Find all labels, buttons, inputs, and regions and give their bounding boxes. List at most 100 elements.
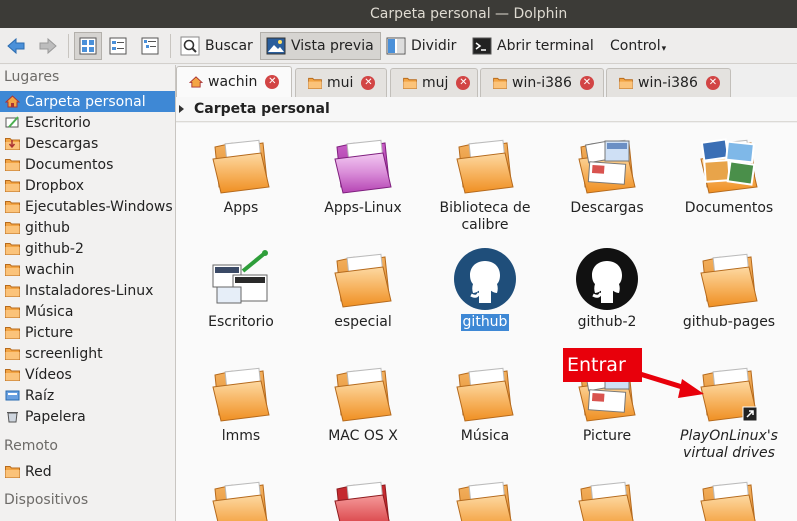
folder-preview-icon — [575, 133, 639, 197]
split-button[interactable]: Dividir — [386, 32, 456, 60]
sidebar-item[interactable]: github-2 — [0, 238, 175, 259]
file-item[interactable] — [182, 475, 300, 521]
file-item-label: github-2 — [577, 314, 637, 330]
sidebar-item[interactable]: Dropbox — [0, 175, 175, 196]
close-tab-icon[interactable]: ✕ — [361, 76, 376, 90]
folder-icon — [575, 475, 639, 521]
file-item[interactable]: Descargas — [548, 133, 666, 217]
sidebar-item[interactable]: Carpeta personal — [0, 91, 175, 112]
desktop-icon — [5, 116, 19, 128]
file-item[interactable] — [548, 475, 666, 521]
tab-label: win-i386 — [638, 75, 698, 91]
sidebar-item[interactable]: Raíz — [0, 385, 175, 406]
remote-heading: Remoto — [4, 438, 58, 454]
back-button[interactable] — [6, 32, 31, 60]
devices-heading: Dispositivos — [4, 492, 89, 508]
file-item[interactable]: github-pages — [670, 247, 788, 331]
open-terminal-button[interactable]: Abrir terminal — [472, 32, 594, 60]
file-item[interactable] — [304, 475, 422, 521]
split-button-label: Dividir — [411, 38, 457, 54]
file-item-label: Apps — [223, 200, 259, 216]
sidebar-item-label: Música — [25, 303, 74, 320]
sidebar-item[interactable]: Picture — [0, 322, 175, 343]
sidebar-item[interactable]: Documentos — [0, 154, 175, 175]
sidebar-item-label: wachin — [25, 261, 75, 278]
sidebar-item[interactable]: Descargas — [0, 133, 175, 154]
folder-icon — [403, 77, 417, 89]
sidebar-item[interactable]: Vídeos — [0, 364, 175, 385]
tab[interactable]: muj ✕ — [390, 68, 478, 97]
file-item[interactable]: Música — [426, 361, 544, 445]
download-icon — [5, 137, 20, 150]
file-item[interactable]: Documentos — [670, 133, 788, 217]
tab[interactable]: win-i386 ✕ — [480, 68, 604, 97]
sidebar-item[interactable]: Instaladores-Linux — [0, 280, 175, 301]
folder-icon — [5, 200, 20, 213]
sidebar-item[interactable]: Música — [0, 301, 175, 322]
sidebar-item-label: Picture — [25, 324, 74, 341]
breadcrumb[interactable]: Carpeta personal — [176, 97, 797, 122]
forward-button[interactable] — [38, 32, 63, 60]
sidebar-item-label: Red — [25, 463, 52, 480]
back-arrow-icon — [7, 37, 25, 55]
tab[interactable]: win-i386 ✕ — [606, 68, 731, 97]
icons-view-button[interactable] — [74, 32, 102, 60]
tab[interactable]: mui ✕ — [295, 68, 387, 97]
tab[interactable]: wachin ✕ — [176, 66, 292, 97]
details-view-button[interactable] — [140, 32, 165, 60]
search-button-label: Buscar — [205, 38, 253, 54]
sidebar-item-red[interactable]: Red — [0, 461, 175, 482]
file-item[interactable]: especial — [304, 247, 422, 331]
folder-icon — [5, 305, 20, 318]
sidebar-item[interactable]: Escritorio — [0, 112, 175, 133]
folder-icon — [5, 368, 20, 381]
sidebar-item[interactable]: github — [0, 217, 175, 238]
close-tab-icon[interactable]: ✕ — [265, 75, 280, 89]
preview-button[interactable]: Vista previa — [260, 32, 381, 60]
file-item[interactable]: Biblioteca de calibre — [426, 133, 544, 234]
sidebar-item-label: Vídeos — [25, 366, 72, 383]
window-title: Carpeta personal — Dolphin — [370, 6, 568, 22]
close-tab-icon[interactable]: ✕ — [456, 76, 471, 90]
folder-icon — [493, 77, 507, 89]
file-item-label: Apps-Linux — [324, 200, 402, 216]
file-item-label: PlayOnLinux's virtual drives — [680, 428, 778, 461]
sidebar-item[interactable]: Papelera — [0, 406, 175, 427]
close-tab-icon[interactable]: ✕ — [705, 76, 720, 90]
file-item[interactable]: github — [426, 247, 544, 331]
github-logo-black-icon — [575, 247, 639, 311]
github-logo-blue-icon — [453, 247, 517, 311]
file-item[interactable]: Escritorio — [182, 247, 300, 331]
sidebar-item-label: Instaladores-Linux — [25, 282, 154, 299]
file-item[interactable]: lmms — [182, 361, 300, 445]
folder-icon — [5, 263, 20, 276]
file-item-label: Documentos — [684, 200, 774, 216]
sidebar-item[interactable]: wachin — [0, 259, 175, 280]
file-item[interactable]: MAC OS X — [304, 361, 422, 445]
file-item[interactable] — [670, 475, 788, 521]
compact-view-button[interactable] — [108, 32, 133, 60]
sidebar-item-label: Dropbox — [25, 177, 84, 194]
preview-button-label: Vista previa — [291, 38, 374, 54]
folder-icon — [453, 133, 517, 197]
search-button[interactable]: Buscar — [180, 32, 253, 60]
sidebar-item[interactable]: screenlight — [0, 343, 175, 364]
sidebar-item-label: github — [25, 219, 70, 236]
file-item[interactable]: Apps-Linux — [304, 133, 422, 217]
folder-icon — [209, 361, 273, 425]
folder-icon — [5, 242, 20, 255]
sidebar-item-label: Papelera — [25, 408, 86, 425]
expand-arrow-icon — [179, 105, 184, 113]
network-folder-icon — [5, 465, 20, 478]
file-item[interactable]: github-2 — [548, 247, 666, 331]
folder-icon — [5, 347, 20, 360]
tab-label: muj — [422, 75, 449, 91]
home-icon — [5, 95, 20, 108]
control-menu-button[interactable]: Control ▾ — [610, 32, 666, 60]
sidebar-item-label: github-2 — [25, 240, 84, 257]
file-item[interactable]: Apps — [182, 133, 300, 217]
sidebar-item-label: Ejecutables-Windows — [25, 198, 173, 215]
file-item[interactable] — [426, 475, 544, 521]
sidebar-item[interactable]: Ejecutables-Windows — [0, 196, 175, 217]
close-tab-icon[interactable]: ✕ — [579, 76, 594, 90]
